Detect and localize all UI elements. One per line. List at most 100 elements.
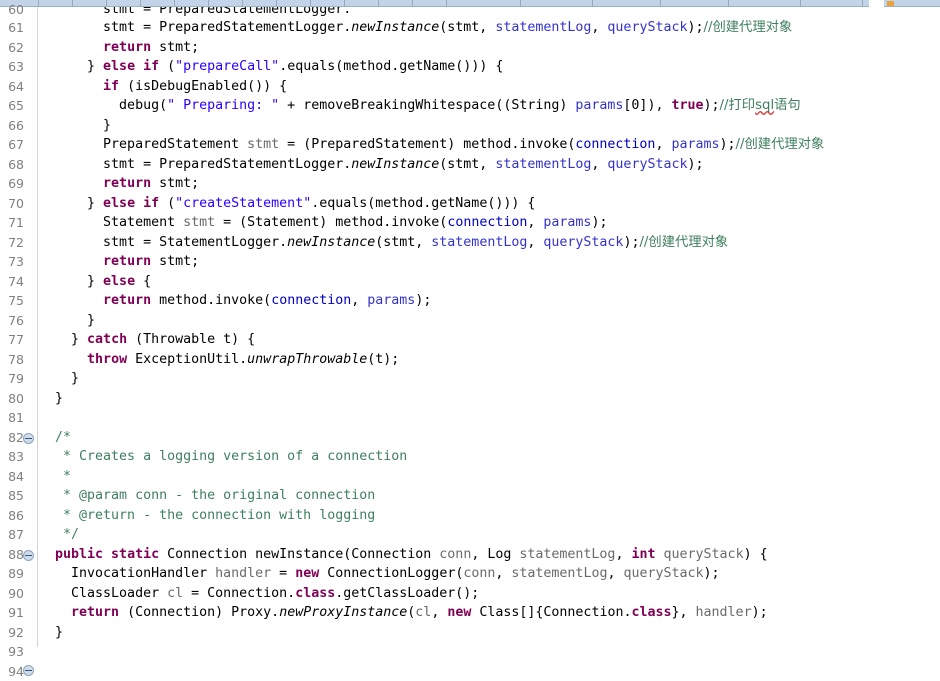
code-token-str: "createStatement" (175, 196, 311, 211)
code-line[interactable]: } (39, 623, 940, 643)
code-token-plain: } (39, 332, 87, 347)
code-token-param: statementLog (495, 20, 591, 35)
code-line[interactable]: } (39, 389, 940, 409)
line-number: 61 (0, 18, 38, 38)
code-token-plain: ( (159, 196, 175, 211)
code-token-local: conn (439, 547, 471, 562)
code-token-plain: ); (687, 20, 703, 35)
code-line[interactable]: return stmt; (39, 252, 940, 272)
code-token-plain: } (39, 196, 103, 211)
code-token-plain: = (PreparedStatement) method.invoke( (279, 137, 575, 152)
code-line[interactable]: return (Connection) Proxy.newProxyInstan… (39, 603, 940, 623)
line-number-gutter[interactable]: 6061626364656667686970717273747576777879… (0, 7, 38, 647)
fold-collapse-icon[interactable] (23, 550, 34, 561)
code-token-param: params (367, 293, 415, 308)
code-line[interactable] (39, 642, 940, 647)
code-line[interactable]: throw ExceptionUtil.unwrapThrowable(t); (39, 350, 940, 370)
code-token-plain (656, 547, 664, 562)
code-line[interactable]: } else { (39, 272, 940, 292)
code-token-plain: ); (704, 566, 720, 581)
code-token-plain: } (39, 118, 111, 133)
code-editor[interactable]: 6061626364656667686970717273747576777879… (0, 7, 940, 647)
code-token-plain: = (Statement) method.invoke( (215, 215, 447, 230)
code-line[interactable]: stmt = PreparedStatementLogger.newInstan… (39, 18, 940, 38)
code-line[interactable]: if (isDebugEnabled()) { (39, 77, 940, 97)
code-line[interactable]: * (39, 467, 940, 487)
code-line[interactable]: * Creates a logging version of a connect… (39, 447, 940, 467)
code-token-kw: else if (103, 59, 159, 74)
line-number: 82 (0, 428, 38, 448)
code-token-local: stmt (247, 137, 279, 152)
code-token-plain: method.invoke( (151, 293, 271, 308)
code-token-plain: + removeBreakingWhitespace((String) (279, 98, 575, 113)
line-number: 91 (0, 603, 38, 623)
code-line[interactable]: */ (39, 525, 940, 545)
code-line[interactable]: } (39, 116, 940, 136)
code-line[interactable]: return method.invoke(connection, params)… (39, 291, 940, 311)
code-line[interactable]: } catch (Throwable t) { (39, 330, 940, 350)
code-line[interactable]: * @param conn - the original connection (39, 486, 940, 506)
code-token-kw: int (631, 547, 655, 562)
code-text-area[interactable]: stmt = PreparedStatementLogger. stmt = P… (39, 7, 940, 647)
code-token-cmt: * Creates a logging version of a connect… (39, 449, 407, 464)
code-line[interactable]: } (39, 369, 940, 389)
code-line[interactable]: return stmt; (39, 174, 940, 194)
line-number: 73 (0, 252, 38, 272)
code-token-plain: = Connection. (183, 586, 295, 601)
secondary-toolbar[interactable] (884, 0, 940, 7)
code-token-plain: (stmt, (439, 157, 495, 172)
code-token-plain: } (39, 59, 103, 74)
code-token-field: connection (447, 215, 527, 230)
code-line[interactable]: Statement stmt = (Statement) method.invo… (39, 213, 940, 233)
code-token-local: queryStack (664, 547, 744, 562)
line-number: 68 (0, 155, 38, 175)
toolbar-separator-10 (378, 0, 379, 7)
code-token-kw: class (295, 586, 335, 601)
line-number: 64 (0, 77, 38, 97)
code-token-plain: debug( (39, 98, 167, 113)
code-token-str: " Preparing: " (167, 98, 279, 113)
code-line[interactable]: public static Connection newInstance(Con… (39, 545, 940, 565)
line-number: 86 (0, 506, 38, 526)
fold-collapse-icon[interactable] (23, 433, 34, 444)
code-line[interactable] (39, 408, 940, 428)
code-token-plain (39, 352, 87, 367)
code-line[interactable]: return stmt; (39, 38, 940, 58)
toolbar-separator-0 (38, 0, 39, 7)
code-line[interactable]: InvocationHandler handler = new Connecti… (39, 564, 940, 584)
code-token-plain (39, 40, 103, 55)
line-number: 92 (0, 623, 38, 643)
code-token-kw: throw (87, 352, 127, 367)
code-line[interactable]: } else if ("prepareCall".equals(method.g… (39, 57, 940, 77)
code-line[interactable]: stmt = StatementLogger.newInstance(stmt,… (39, 233, 940, 253)
code-token-cmt: * @param conn - the original connection (39, 488, 375, 503)
code-token-plain: (t); (367, 352, 399, 367)
fold-collapse-icon[interactable] (23, 665, 34, 676)
code-line[interactable]: stmt = PreparedStatementLogger.newInstan… (39, 155, 940, 175)
code-line[interactable]: /* (39, 428, 940, 448)
toolbar-separator-17 (800, 0, 801, 7)
code-line[interactable]: * @return - the connection with logging (39, 506, 940, 526)
line-number: 79 (0, 369, 38, 389)
code-token-plain: , (431, 605, 447, 620)
code-line[interactable]: debug(" Preparing: " + removeBreakingWhi… (39, 96, 940, 116)
code-line[interactable]: } (39, 311, 940, 331)
code-token-kw: else if (103, 196, 159, 211)
code-token-plain (39, 176, 103, 191)
main-toolbar[interactable] (0, 0, 940, 7)
code-token-local: stmt (183, 215, 215, 230)
code-token-plain: ) { (744, 547, 768, 562)
code-token-kw: new (447, 605, 471, 620)
code-line[interactable]: } else if ("createStatement".equals(meth… (39, 194, 940, 214)
code-token-plain: ); (415, 293, 431, 308)
code-line[interactable]: ClassLoader cl = Connection.class.getCla… (39, 584, 940, 604)
code-token-cmt-cjk: //创建代理对象 (639, 235, 728, 250)
code-line[interactable]: stmt = PreparedStatementLogger. (39, 7, 940, 18)
code-line[interactable]: PreparedStatement stmt = (PreparedStatem… (39, 135, 940, 155)
line-number: 62 (0, 38, 38, 58)
code-token-param: params (671, 137, 719, 152)
code-token-param: params (575, 98, 623, 113)
line-number: 63 (0, 57, 38, 77)
code-token-cmt-cjk: 语句 (774, 98, 801, 113)
toolbar-separator-6 (242, 0, 243, 7)
